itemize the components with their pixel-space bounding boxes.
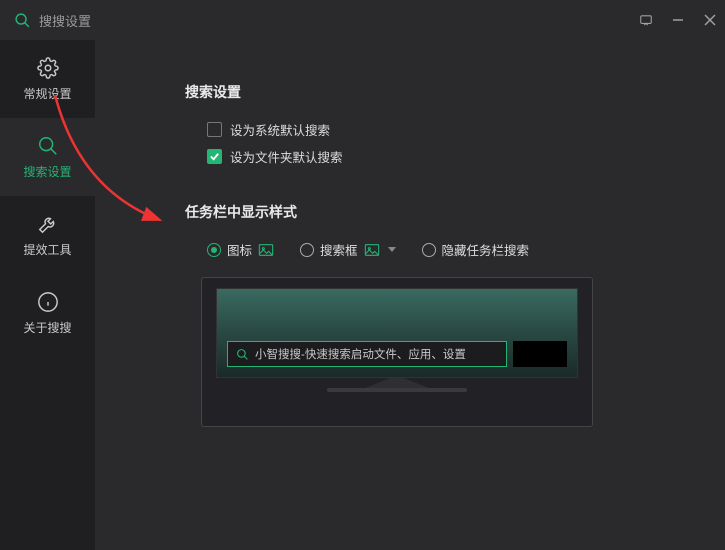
window-title: 搜搜设置 — [39, 11, 91, 30]
title-bar: 搜搜设置 — [0, 0, 725, 40]
sidebar-item-label: 提效工具 — [23, 241, 71, 258]
radio-label: 搜索框 — [320, 240, 358, 259]
radio-circle-icon — [207, 243, 221, 257]
checkbox-row-folder-search[interactable]: 设为文件夹默认搜索 — [207, 147, 725, 166]
search-icon — [236, 348, 249, 361]
preview-placeholder: 小智搜搜-快速搜索启动文件、应用、设置 — [255, 346, 466, 362]
radio-option-hide[interactable]: 隐藏任务栏搜索 — [422, 240, 530, 259]
radio-label: 图标 — [227, 240, 252, 259]
checkbox-label: 设为文件夹默认搜索 — [230, 147, 343, 166]
chevron-down-icon[interactable] — [388, 247, 396, 252]
sidebar: 常规设置 搜索设置 提效工具 关于搜搜 — [0, 40, 95, 550]
checkbox-folder-search[interactable] — [207, 149, 222, 164]
radio-dot-icon — [211, 247, 217, 253]
sidebar-item-about[interactable]: 关于搜搜 — [0, 274, 95, 352]
gear-icon — [37, 57, 59, 79]
main-panel: 搜索设置 设为系统默认搜索 设为文件夹默认搜索 任务栏中显示样式 图标 — [95, 40, 725, 550]
search-icon — [14, 12, 31, 29]
radio-option-searchbox[interactable]: 搜索框 — [300, 240, 396, 259]
sidebar-item-label: 搜索设置 — [23, 163, 71, 180]
sidebar-item-tools[interactable]: 提效工具 — [0, 196, 95, 274]
image-icon — [258, 243, 274, 257]
sidebar-item-search[interactable]: 搜索设置 — [0, 118, 95, 196]
search-icon — [37, 135, 59, 157]
sidebar-item-general[interactable]: 常规设置 — [0, 40, 95, 118]
taskbar-preview: 小智搜搜-快速搜索启动文件、应用、设置 — [201, 277, 593, 427]
sidebar-item-label: 关于搜搜 — [23, 319, 71, 336]
app-window: 搜搜设置 常规设置 — [0, 0, 725, 550]
wrench-icon — [37, 213, 59, 235]
preview-stand — [365, 378, 429, 388]
preview-base — [327, 388, 467, 392]
preview-screen: 小智搜搜-快速搜索启动文件、应用、设置 — [216, 288, 578, 378]
feedback-icon[interactable] — [639, 13, 653, 27]
close-button[interactable] — [703, 13, 717, 27]
taskbar-style-options: 图标 搜索框 — [207, 240, 725, 259]
checkbox-label: 设为系统默认搜索 — [230, 120, 330, 139]
section-heading-taskbar: 任务栏中显示样式 — [185, 202, 725, 222]
preview-searchbar: 小智搜搜-快速搜索启动文件、应用、设置 — [227, 341, 507, 367]
checkbox-row-default-search[interactable]: 设为系统默认搜索 — [207, 120, 725, 139]
radio-label: 隐藏任务栏搜索 — [442, 240, 530, 259]
minimize-button[interactable] — [671, 13, 685, 27]
info-icon — [37, 291, 59, 313]
radio-circle-icon — [300, 243, 314, 257]
window-controls — [639, 13, 717, 27]
radio-option-icon[interactable]: 图标 — [207, 240, 274, 259]
section-heading-search: 搜索设置 — [185, 82, 725, 102]
checkbox-default-search[interactable] — [207, 122, 222, 137]
image-icon — [364, 243, 380, 257]
radio-circle-icon — [422, 243, 436, 257]
sidebar-item-label: 常规设置 — [23, 85, 71, 102]
preview-blackbox — [513, 341, 567, 367]
